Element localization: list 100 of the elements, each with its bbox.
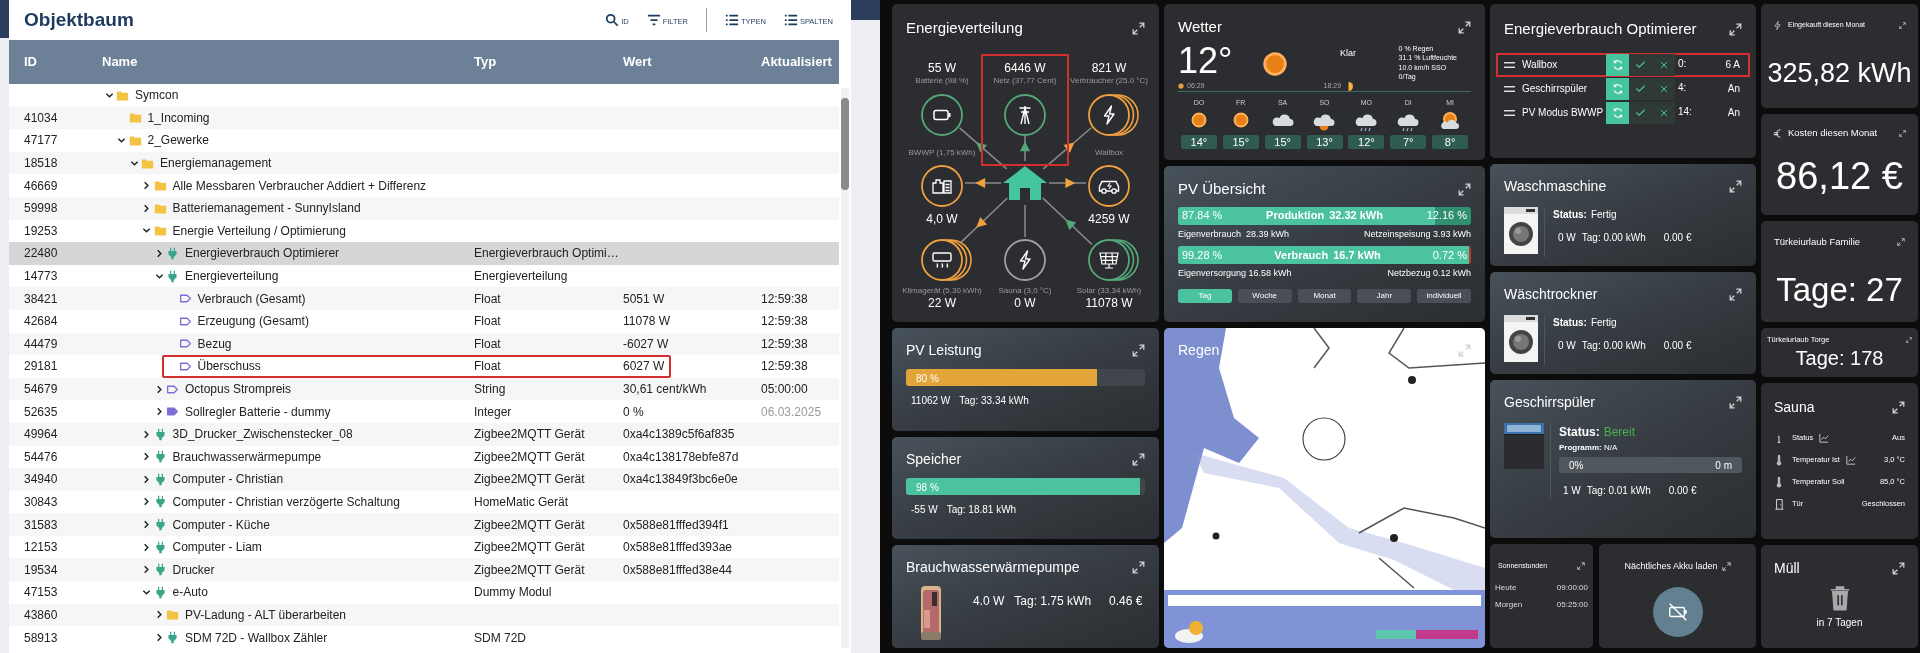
node-label: Klimagerät (5,30 kWh) [902, 285, 982, 296]
chevron-right-icon[interactable] [142, 181, 151, 191]
scrollbar-track[interactable] [841, 88, 849, 648]
tree-row[interactable]: 34940 Computer - Christian Zigbee2MQTT Gerät 0xa4c13849f3bc6e0e [9, 468, 839, 491]
plug-icon [153, 427, 167, 441]
solar-panel-icon [1099, 252, 1119, 269]
time-text: 4: [1678, 80, 1687, 95]
expand-icon[interactable] [1729, 396, 1742, 409]
scrollbar-thumb[interactable] [841, 98, 849, 190]
node-circle[interactable] [1003, 93, 1047, 137]
bar-label: 80 % [916, 372, 939, 386]
expand-icon[interactable] [1132, 453, 1145, 466]
tree-row[interactable]: 41034 1_Incoming [9, 106, 839, 130]
tree-row[interactable]: 43860 PV-Ladung - ALT überarbeiten [9, 603, 839, 627]
table-cell-text: Verbrauch (Gesamt) [197, 290, 306, 308]
tree-row[interactable]: 54679 Octopus Strompreis String 30,61 cent/kWh 05:00:00 [9, 377, 839, 401]
table-cell: 11078 W [623, 314, 671, 329]
plug-icon [153, 450, 167, 464]
node-circle[interactable] [920, 238, 973, 282]
chevron-right-icon[interactable] [142, 520, 151, 530]
tree-row[interactable]: 31583 Computer - Küche Zigbee2MQTT Gerät 0x588e81fffed394f1 [9, 513, 839, 536]
expand-icon[interactable] [1132, 21, 1145, 35]
expand-icon[interactable] [1899, 129, 1906, 137]
tree-row[interactable]: 18518 Energiemanagement [9, 151, 839, 175]
drag-handle-icon[interactable] [1504, 84, 1515, 93]
node-circle[interactable] [1087, 164, 1131, 208]
chevron-right-icon[interactable] [142, 203, 151, 213]
chevron-down-icon[interactable] [117, 136, 126, 145]
expand-icon[interactable] [1458, 182, 1471, 196]
refresh-button[interactable] [1606, 77, 1629, 100]
node-circle[interactable] [920, 93, 964, 137]
card-title: Nächtliches Akku laden [1624, 560, 1718, 573]
node-circle[interactable] [1003, 238, 1047, 282]
tree-row[interactable]: 59998 Batteriemanagement - SunnyIsland [9, 196, 839, 220]
confirm-button[interactable] [1629, 77, 1652, 100]
cancel-button[interactable] [1652, 53, 1675, 76]
expand-icon[interactable] [1892, 562, 1905, 575]
line-chart-icon[interactable] [1819, 432, 1830, 443]
column-header[interactable]: Wert [623, 54, 652, 70]
battery-icon [933, 109, 951, 121]
column-header[interactable]: Typ [474, 54, 497, 70]
expand-icon[interactable] [1721, 562, 1731, 572]
column-header[interactable]: Aktualisiert [761, 54, 832, 70]
card-title: Speicher [906, 450, 962, 469]
chevron-right-icon[interactable] [142, 497, 151, 507]
expand-icon[interactable] [1577, 562, 1585, 571]
chevron-right-icon[interactable] [142, 452, 151, 462]
expand-icon[interactable] [1132, 344, 1145, 357]
confirm-button[interactable] [1629, 101, 1652, 124]
cancel-button[interactable] [1652, 101, 1675, 124]
tree-row[interactable]: 38421 Verbrauch (Gesamt) Float 5051 W 12:59:38 [9, 287, 839, 310]
tree-row[interactable]: 49964 3D_Drucker_Zwischenstecker_08 Zigbee2MQTT Gerät 0xa4c1389c5f6af835 [9, 422, 839, 446]
expand-icon[interactable] [1897, 238, 1905, 247]
table-cell: 29181 [24, 359, 58, 374]
card-title: Sauna [1774, 398, 1815, 417]
column-header[interactable]: ID [24, 54, 37, 70]
car-icon [1098, 180, 1120, 194]
tree-row[interactable]: 22480 Energieverbrauch Optimierer Energieverbrauch Optimi… [9, 242, 839, 265]
node-value: 4,0 W [926, 212, 958, 226]
table-cell-text: Erzeugung (Gesamt) [197, 313, 309, 331]
plug-icon [153, 540, 167, 554]
table-cell: 05:00:00 [761, 382, 808, 396]
line-chart-icon[interactable] [1845, 454, 1856, 465]
node-circle[interactable] [1087, 93, 1140, 137]
temperature-pill: 13° [1306, 134, 1343, 149]
table-cell: Float [474, 359, 501, 374]
expand-icon[interactable] [1899, 21, 1906, 29]
table-cell: 46669 [24, 178, 58, 193]
period-tab[interactable]: Jahr [1357, 288, 1412, 303]
expand-icon[interactable] [1729, 180, 1742, 193]
chevron-right-icon[interactable] [142, 565, 151, 575]
drag-handle-icon[interactable] [1504, 60, 1515, 69]
expand-icon[interactable] [1729, 288, 1742, 301]
table-cell-text: 1_Incoming [147, 109, 210, 127]
temperature-pill: 8° [1432, 134, 1469, 149]
period-tab[interactable]: individuell [1417, 288, 1471, 303]
table-cell-text: Computer - Liam [172, 539, 262, 557]
period-tab[interactable]: Monat [1297, 288, 1352, 303]
node-circle[interactable] [1087, 238, 1140, 282]
chevron-right-icon[interactable] [142, 474, 151, 484]
refresh-button[interactable] [1606, 101, 1629, 124]
expand-icon[interactable] [1458, 20, 1471, 34]
period-tab[interactable]: Woche [1237, 288, 1292, 303]
column-header[interactable]: Name [102, 54, 138, 70]
bar-amount: 16.7 kWh [1333, 247, 1381, 263]
cancel-button[interactable] [1652, 77, 1675, 100]
expand-icon[interactable] [1729, 22, 1742, 36]
expand-icon[interactable] [1892, 401, 1905, 414]
chevron-right-icon[interactable] [142, 429, 151, 439]
chevron-right-icon[interactable] [142, 542, 151, 552]
drag-handle-icon[interactable] [1504, 108, 1515, 117]
tree-row[interactable]: 19534 Drucker Zigbee2MQTT Gerät 0x588e81fffed38e44 [9, 558, 839, 582]
program-text: Programm: N/A [1559, 442, 1619, 454]
chevron-down-icon[interactable] [142, 226, 151, 236]
table-cell-text: Computer - Christian verzögerte Schaltung [172, 494, 400, 511]
close-icon [1658, 107, 1669, 118]
expand-icon[interactable] [1132, 561, 1145, 574]
tree-row[interactable]: 44479 Bezug Float -6027 W 12:59:38 [9, 332, 839, 356]
node-circle[interactable] [920, 164, 964, 208]
expand-icon[interactable] [1906, 336, 1912, 343]
